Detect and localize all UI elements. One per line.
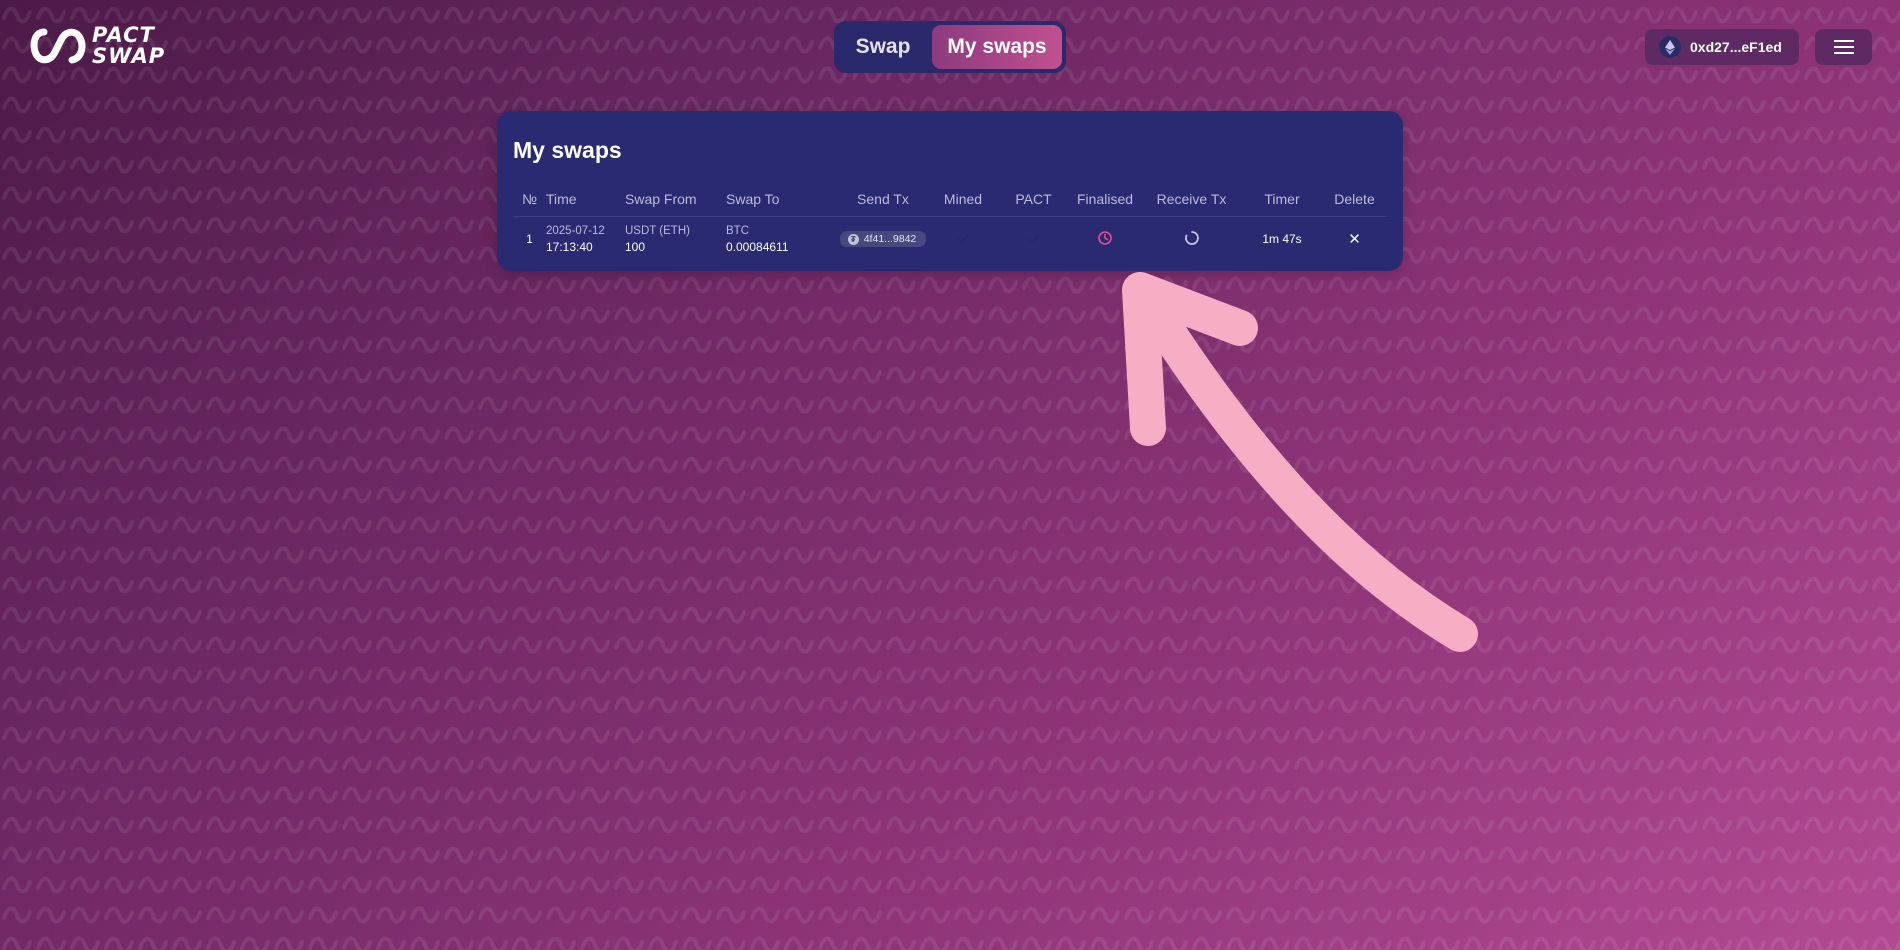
row-delete: ✕	[1322, 217, 1387, 262]
column-header-time: Time	[546, 182, 625, 217]
check-icon	[956, 233, 970, 244]
row-timer: 1m 47s	[1262, 232, 1302, 246]
column-header-swap-to: Swap To	[726, 182, 838, 217]
from-asset: USDT (ETH)	[625, 224, 690, 237]
column-header-pact: PACT	[998, 182, 1069, 217]
table-row: 1 2025-07-12 17:13:40 USDT (ETH) 100 BTC…	[513, 217, 1387, 262]
ethereum-icon	[1659, 36, 1681, 58]
row-send-tx: ₮ 4f41...9842	[838, 217, 928, 262]
tether-icon: ₮	[847, 233, 859, 245]
table-header-row: № Time Swap From Swap To Send Tx Mined P…	[513, 182, 1387, 217]
column-header-swap-from: Swap From	[625, 182, 726, 217]
column-header-timer: Timer	[1242, 182, 1322, 217]
delete-button[interactable]: ✕	[1348, 231, 1361, 248]
to-amount: 0.00084611	[726, 239, 789, 254]
annotation-arrow	[1122, 272, 1478, 652]
pactswap-logo[interactable]: PACT SWAP	[28, 22, 165, 70]
row-mined	[928, 217, 998, 262]
to-asset: BTC	[726, 224, 749, 237]
row-swap-from: USDT (ETH) 100	[625, 217, 726, 262]
wallet-button[interactable]: 0xd27...eF1ed	[1645, 29, 1799, 65]
row-swap-to: BTC 0.00084611	[726, 217, 838, 262]
row-number: 1	[526, 232, 533, 246]
column-header-mined: Mined	[928, 182, 998, 217]
row-date: 2025-07-12	[546, 224, 605, 237]
loading-spinner-icon	[1184, 230, 1199, 245]
my-swaps-card: My swaps № Time Swap From Swap To Send T…	[497, 111, 1403, 271]
column-header-finalised: Finalised	[1069, 182, 1141, 217]
logo-text-line1: PACT	[92, 23, 155, 47]
row-clock-time: 17:13:40	[546, 239, 593, 254]
row-time: 2025-07-12 17:13:40	[546, 217, 625, 262]
column-header-delete: Delete	[1322, 182, 1387, 217]
column-header-send-tx: Send Tx	[838, 182, 928, 217]
column-header-receive-tx: Receive Tx	[1141, 182, 1242, 217]
row-finalised	[1069, 217, 1141, 262]
menu-button[interactable]	[1815, 29, 1872, 65]
row-receive-tx	[1141, 217, 1242, 262]
pending-clock-icon	[1098, 230, 1112, 245]
tab-swap[interactable]: Swap	[838, 25, 928, 69]
tab-my-swaps[interactable]: My swaps	[932, 25, 1062, 69]
column-header-number: №	[513, 182, 546, 217]
check-icon	[1026, 233, 1041, 244]
send-tx-hash: 4f41...9842	[863, 233, 917, 246]
swaps-table: № Time Swap From Swap To Send Tx Mined P…	[513, 182, 1387, 261]
logo-mark-icon	[30, 28, 86, 64]
send-tx-link[interactable]: ₮ 4f41...9842	[839, 231, 927, 248]
main-tabs: Swap My swaps	[834, 21, 1066, 73]
wallet-address: 0xd27...eF1ed	[1690, 39, 1782, 55]
from-amount: 100	[625, 239, 646, 254]
card-title: My swaps	[513, 137, 622, 163]
logo-text-line2: SWAP	[92, 44, 166, 68]
hamburger-menu-icon	[1833, 40, 1854, 54]
row-pact	[998, 217, 1069, 262]
